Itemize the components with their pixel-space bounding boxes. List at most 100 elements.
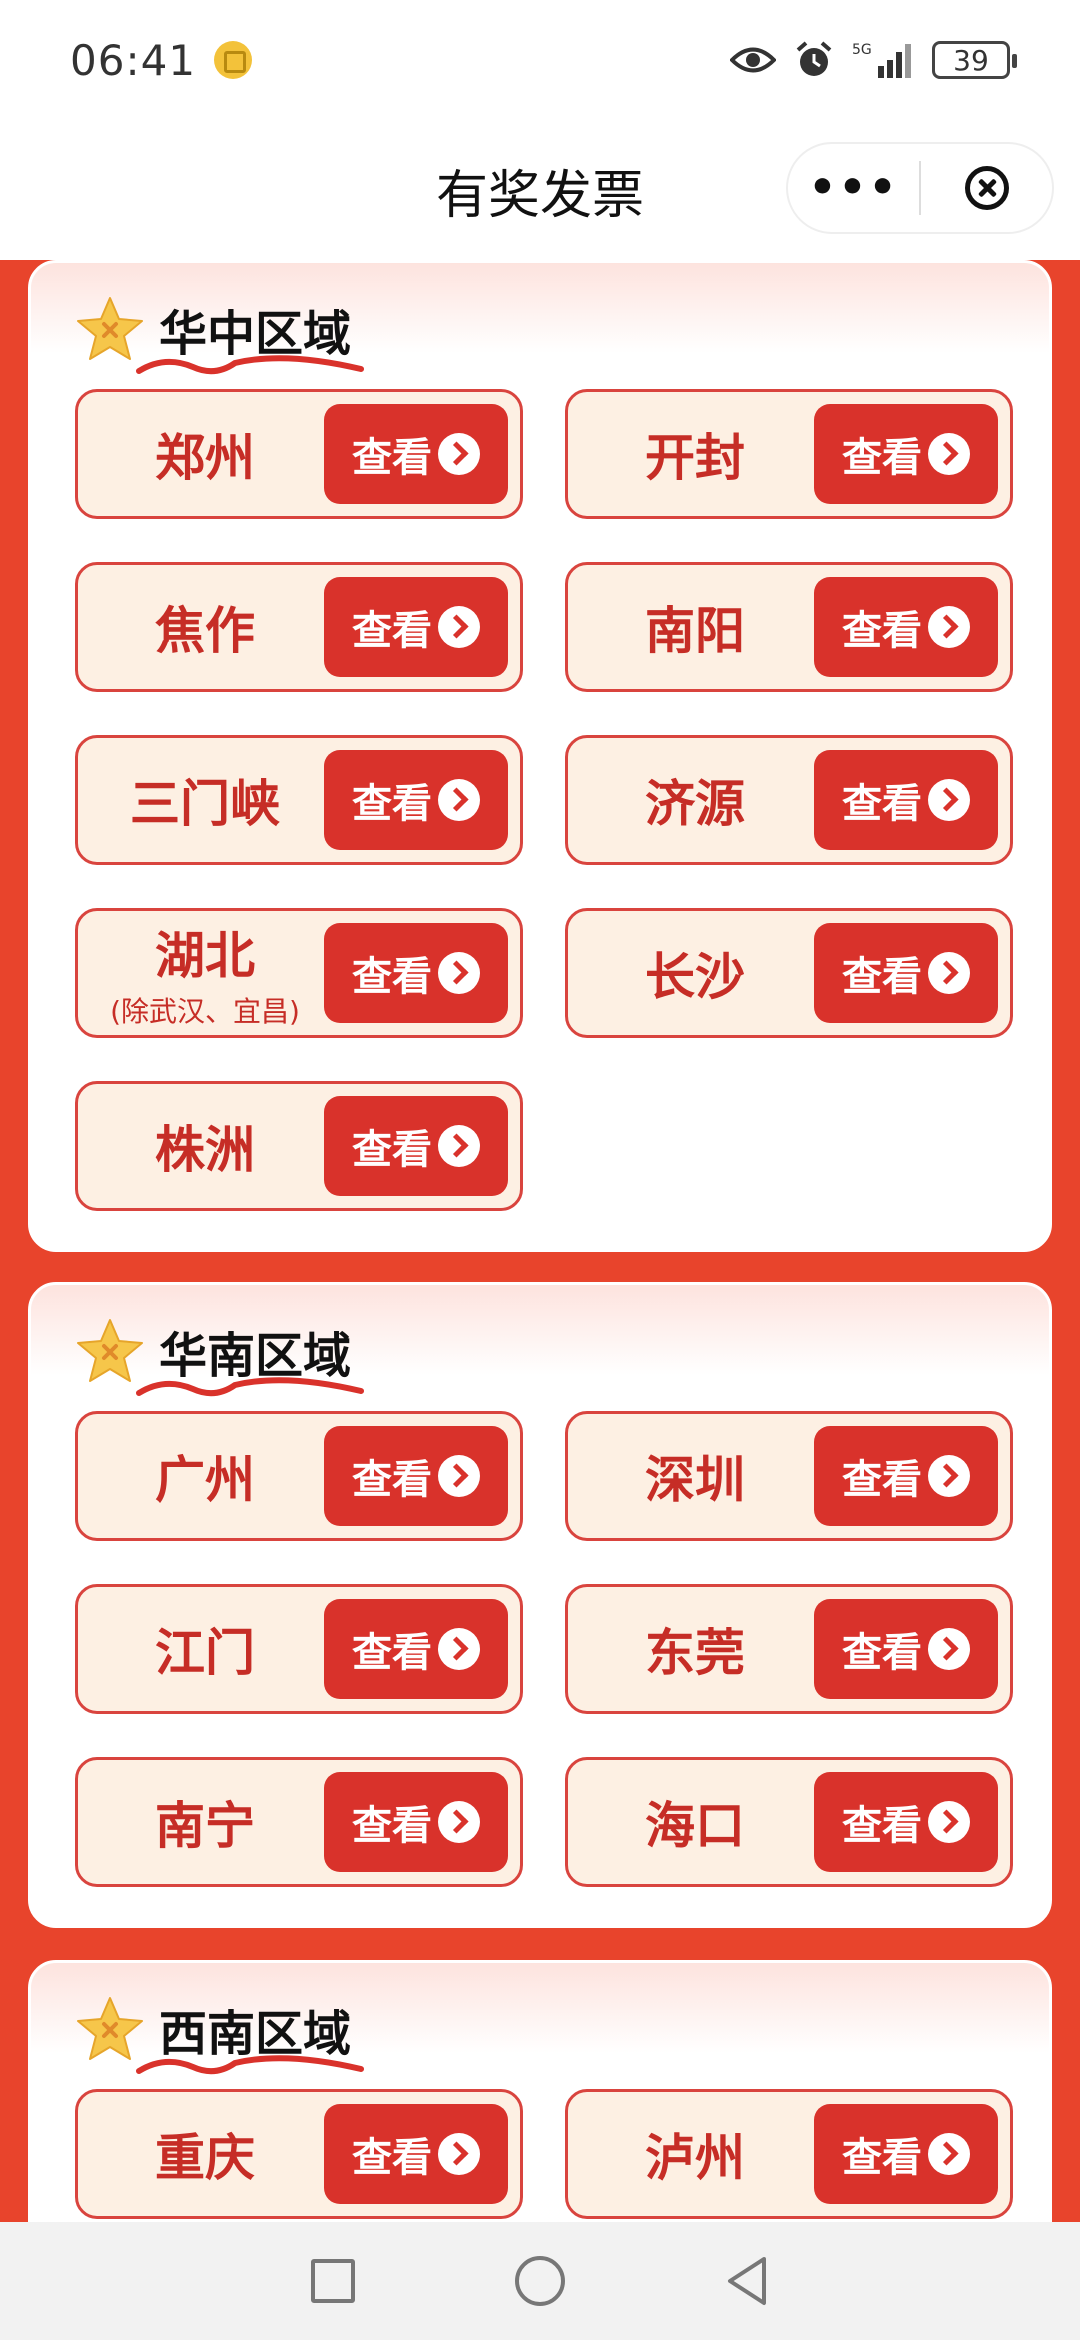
city-name: 海口 bbox=[645, 1797, 745, 1855]
city-note: (除武汉、宜昌) bbox=[110, 995, 300, 1028]
chevron-right-icon bbox=[438, 1455, 480, 1497]
view-button-label: 查看 bbox=[842, 781, 922, 827]
view-button-label: 查看 bbox=[842, 1457, 922, 1503]
chevron-right-icon bbox=[438, 433, 480, 475]
region-panel: 西南区域 重庆 查看 泸州 查看 bbox=[28, 1960, 1052, 2222]
city-card[interactable]: 焦作 查看 bbox=[75, 562, 523, 692]
city-name: 湖北 bbox=[155, 927, 255, 985]
view-button[interactable]: 查看 bbox=[324, 1599, 508, 1699]
view-button-label: 查看 bbox=[842, 954, 922, 1000]
view-button-label: 查看 bbox=[352, 2135, 432, 2181]
close-icon bbox=[964, 166, 1009, 210]
city-card[interactable]: 开封 查看 bbox=[565, 389, 1013, 519]
view-button[interactable]: 查看 bbox=[814, 404, 998, 504]
city-card[interactable]: 江门 查看 bbox=[75, 1584, 523, 1714]
chevron-right-icon bbox=[928, 952, 970, 994]
recent-apps-button[interactable] bbox=[305, 2253, 361, 2309]
view-button-label: 查看 bbox=[352, 1127, 432, 1173]
view-button-label: 查看 bbox=[842, 1803, 922, 1849]
city-card[interactable]: 东莞 查看 bbox=[565, 1584, 1013, 1714]
page-title: 有奖发票 bbox=[435, 165, 644, 226]
city-card[interactable]: 南阳 查看 bbox=[565, 562, 1013, 692]
view-button[interactable]: 查看 bbox=[814, 1599, 998, 1699]
city-name-block: 深圳 bbox=[568, 1414, 822, 1538]
view-button[interactable]: 查看 bbox=[324, 750, 508, 850]
city-card[interactable]: 三门峡 查看 bbox=[75, 735, 523, 865]
view-button-label: 查看 bbox=[352, 435, 432, 481]
view-button-label: 查看 bbox=[352, 1630, 432, 1676]
city-name: 江门 bbox=[155, 1624, 255, 1682]
chevron-right-icon bbox=[928, 2133, 970, 2175]
title-underline bbox=[136, 1377, 364, 1397]
more-icon[interactable]: ••• bbox=[788, 166, 919, 210]
home-button[interactable] bbox=[512, 2253, 568, 2309]
view-button[interactable]: 查看 bbox=[814, 750, 998, 850]
view-button[interactable]: 查看 bbox=[324, 1096, 508, 1196]
city-name-block: 海口 bbox=[568, 1760, 822, 1884]
city-name: 焦作 bbox=[155, 602, 255, 660]
close-button[interactable] bbox=[921, 166, 1052, 210]
city-name: 郑州 bbox=[155, 429, 255, 487]
city-card[interactable]: 海口 查看 bbox=[565, 1757, 1013, 1887]
view-button[interactable]: 查看 bbox=[324, 2104, 508, 2204]
chevron-right-icon bbox=[438, 1801, 480, 1843]
view-button[interactable]: 查看 bbox=[324, 404, 508, 504]
city-card[interactable]: 济源 查看 bbox=[565, 735, 1013, 865]
city-name-block: 江门 bbox=[78, 1587, 332, 1711]
city-card[interactable]: 湖北 (除武汉、宜昌) 查看 bbox=[75, 908, 523, 1038]
city-card[interactable]: 广州 查看 bbox=[75, 1411, 523, 1541]
chevron-right-icon bbox=[438, 1628, 480, 1670]
view-button[interactable]: 查看 bbox=[814, 923, 998, 1023]
city-card[interactable]: 南宁 查看 bbox=[75, 1757, 523, 1887]
view-button-label: 查看 bbox=[842, 435, 922, 481]
chevron-right-icon bbox=[928, 606, 970, 648]
city-name-block: 三门峡 bbox=[78, 738, 332, 862]
view-button[interactable]: 查看 bbox=[814, 577, 998, 677]
signal-icon: 5G bbox=[852, 42, 911, 78]
city-name-block: 焦作 bbox=[78, 565, 332, 689]
view-button[interactable]: 查看 bbox=[324, 1772, 508, 1872]
view-button[interactable]: 查看 bbox=[324, 923, 508, 1023]
view-button-label: 查看 bbox=[352, 1457, 432, 1503]
view-button[interactable]: 查看 bbox=[814, 1772, 998, 1872]
view-button-label: 查看 bbox=[842, 2135, 922, 2181]
view-button-label: 查看 bbox=[352, 1803, 432, 1849]
city-name: 南宁 bbox=[155, 1797, 255, 1855]
mini-program-capsule: ••• bbox=[786, 142, 1054, 234]
square-icon bbox=[311, 2259, 356, 2303]
view-button[interactable]: 查看 bbox=[324, 577, 508, 677]
status-bar: 06:41 5G 39 bbox=[0, 0, 1080, 120]
status-time: 06:41 bbox=[70, 35, 197, 85]
battery-icon: 39 bbox=[932, 41, 1017, 79]
city-name-block: 东莞 bbox=[568, 1587, 822, 1711]
city-card[interactable]: 深圳 查看 bbox=[565, 1411, 1013, 1541]
app-header: 有奖发票 ••• bbox=[0, 120, 1080, 260]
chevron-right-icon bbox=[928, 433, 970, 475]
view-button-label: 查看 bbox=[352, 954, 432, 1000]
city-name: 株洲 bbox=[155, 1121, 255, 1179]
chevron-right-icon bbox=[928, 1455, 970, 1497]
view-button-label: 查看 bbox=[842, 608, 922, 654]
city-name-block: 郑州 bbox=[78, 392, 332, 516]
view-button[interactable]: 查看 bbox=[814, 1426, 998, 1526]
city-card[interactable]: 株洲 查看 bbox=[75, 1081, 523, 1211]
city-card[interactable]: 泸州 查看 bbox=[565, 2089, 1013, 2219]
city-card[interactable]: 郑州 查看 bbox=[75, 389, 523, 519]
view-button[interactable]: 查看 bbox=[324, 1426, 508, 1526]
chevron-right-icon bbox=[928, 1801, 970, 1843]
view-button[interactable]: 查看 bbox=[814, 2104, 998, 2204]
city-name-block: 南宁 bbox=[78, 1760, 332, 1884]
back-button[interactable] bbox=[719, 2253, 775, 2309]
status-icons: 5G 39 bbox=[730, 40, 1017, 80]
city-name: 东莞 bbox=[645, 1624, 745, 1682]
chevron-right-icon bbox=[438, 952, 480, 994]
chevron-right-icon bbox=[928, 779, 970, 821]
chevron-right-icon bbox=[438, 2133, 480, 2175]
city-card[interactable]: 长沙 查看 bbox=[565, 908, 1013, 1038]
chevron-right-icon bbox=[438, 606, 480, 648]
title-underline bbox=[136, 2055, 364, 2075]
back-triangle-icon bbox=[727, 2257, 766, 2305]
title-underline bbox=[136, 355, 364, 375]
region-panel: 华中区域 郑州 查看 开封 查看 焦作 查看 南阳 查看 三门峡 查看 济源 查看 湖北 (除武汉、宜昌) 查… bbox=[28, 260, 1052, 1252]
city-card[interactable]: 重庆 查看 bbox=[75, 2089, 523, 2219]
